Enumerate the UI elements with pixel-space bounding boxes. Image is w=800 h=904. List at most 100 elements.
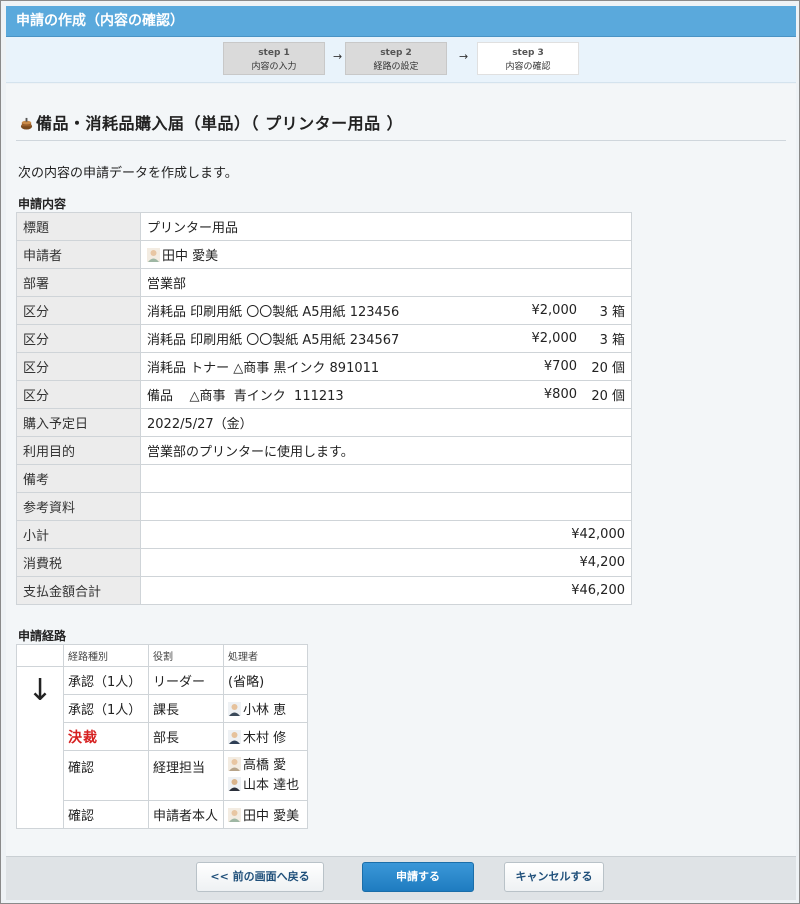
row-label: 区分	[16, 296, 141, 325]
item-quantity: 3 箱	[599, 333, 625, 348]
row-value-tax: ¥4,200	[140, 548, 632, 577]
step-3-label: 内容の確認	[505, 62, 551, 72]
item-description: 消耗品 印刷用紙 〇〇製紙 A5用紙 234567	[147, 333, 400, 348]
route-processor: 田中 愛美	[223, 800, 308, 829]
table-row: 利用目的 営業部のプリンターに使用します。	[16, 436, 632, 465]
row-value-total: ¥46,200	[140, 576, 632, 605]
row-label: 区分	[16, 352, 141, 381]
back-button[interactable]: << 前の画面へ戻る	[196, 862, 324, 892]
item-row: 消耗品 トナー △商事 黒インク 891011 ¥700 20 個	[140, 352, 632, 381]
route-down-arrow-icon: ↓	[16, 666, 64, 829]
user-avatar-icon	[228, 702, 241, 716]
step-2: step 2 経路の設定	[345, 42, 447, 75]
item-price: ¥800	[543, 387, 577, 402]
route-role: リーダー	[148, 666, 224, 695]
row-label: 小計	[16, 520, 141, 549]
route-type: 確認	[63, 750, 149, 801]
table-row: 区分 備品 △商事 青インク 111213 ¥800 20 個	[16, 380, 632, 409]
step-2-number: step 2	[380, 48, 412, 58]
route-role: 経理担当	[148, 750, 224, 801]
row-label: 利用目的	[16, 436, 141, 465]
row-value-purchase-date: 2022/5/27（金）	[140, 408, 632, 437]
processor: 高橋 愛	[228, 756, 303, 776]
table-row: 区分 消耗品 印刷用紙 〇〇製紙 A5用紙 123456 ¥2,000 3 箱	[16, 296, 632, 325]
form-title-text: 備品・消耗品購入届（単品）（ プリンター用品 ）	[36, 114, 404, 133]
table-row: 支払金額合計 ¥46,200	[16, 576, 632, 605]
step-indicator: step 1 内容の入力 → step 2 経路の設定 → step 3 内容の…	[6, 37, 796, 83]
processor-name: 山本 達也	[243, 777, 300, 793]
item-description: 消耗品 トナー △商事 黒インク 891011	[147, 361, 380, 376]
table-row: 申請者 田中 愛美	[16, 240, 632, 269]
item-row: 消耗品 印刷用紙 〇〇製紙 A5用紙 123456 ¥2,000 3 箱	[140, 296, 632, 325]
route-type: 確認	[63, 800, 149, 829]
item-price: ¥2,000	[531, 331, 578, 346]
table-row: 参考資料	[16, 492, 632, 521]
route-role: 部長	[148, 722, 224, 751]
step-3-number: step 3	[512, 48, 544, 58]
processor-name: 高橋 愛	[243, 757, 287, 773]
row-value-reference	[140, 492, 632, 521]
route-processor: 木村 修	[223, 722, 308, 751]
processor-name: 小林 恵	[243, 703, 287, 718]
step-1: step 1 内容の入力	[223, 42, 325, 75]
item-price: ¥2,000	[531, 303, 578, 318]
row-value-applicant: 田中 愛美	[140, 240, 632, 269]
divider	[16, 140, 786, 141]
table-row: 区分 消耗品 トナー △商事 黒インク 891011 ¥700 20 個	[16, 352, 632, 381]
item-price: ¥700	[543, 359, 577, 374]
step-arrow-icon: →	[459, 50, 469, 63]
item-row: 備品 △商事 青インク 111213 ¥800 20 個	[140, 380, 632, 409]
user-avatar-icon	[228, 730, 241, 744]
user-avatar-icon	[228, 756, 241, 771]
form-title: 備品・消耗品購入届（単品）（ プリンター用品 ）	[20, 110, 403, 134]
row-value-dept: 営業部	[140, 268, 632, 297]
row-value-title: プリンター用品	[140, 212, 632, 241]
route-type: 承認（1人）	[63, 666, 149, 695]
table-row: 小計 ¥42,000	[16, 520, 632, 549]
table-row: 備考	[16, 464, 632, 493]
step-2-label: 経路の設定	[373, 62, 419, 72]
row-label: 区分	[16, 380, 141, 409]
processor-name: 木村 修	[243, 731, 287, 746]
route-type-kessai: 決裁	[63, 722, 149, 751]
table-row: 消費税 ¥4,200	[16, 548, 632, 577]
section-heading-content: 申請内容	[18, 197, 67, 211]
item-description: 消耗品 印刷用紙 〇〇製紙 A5用紙 123456	[147, 305, 400, 320]
processor: 山本 達也	[228, 776, 303, 796]
route-role: 課長	[148, 694, 224, 723]
row-label: 支払金額合計	[16, 576, 141, 605]
app-window: 申請の作成（内容の確認） step 1 内容の入力 → step 2 経路の設定…	[0, 0, 800, 904]
item-description: 備品 △商事 青インク 111213	[147, 389, 344, 404]
window-title: 申請の作成（内容の確認）	[6, 6, 796, 37]
step-1-label: 内容の入力	[251, 62, 297, 72]
item-quantity: 20 個	[591, 389, 625, 404]
route-row: ↓ 承認（1人） リーダー (省略)	[16, 666, 308, 829]
route-type: 承認（1人）	[63, 694, 149, 723]
row-label: 標題	[16, 212, 141, 241]
row-value-remarks	[140, 464, 632, 493]
row-label: 参考資料	[16, 492, 141, 521]
route-processor: (省略)	[223, 666, 308, 695]
route-header-type: 経路種別	[63, 644, 149, 667]
applicant-name: 田中 愛美	[162, 249, 219, 264]
cancel-button[interactable]: キャンセルする	[504, 862, 604, 892]
main-content: 備品・消耗品購入届（単品）（ プリンター用品 ） 次の内容の申請データを作成しま…	[6, 84, 796, 856]
route-header-row: 経路種別 役割 処理者	[16, 644, 308, 667]
table-row: 購入予定日 2022/5/27（金）	[16, 408, 632, 437]
user-avatar-icon	[228, 776, 241, 791]
route-header-processor: 処理者	[223, 644, 308, 667]
row-label: 申請者	[16, 240, 141, 269]
action-bar: << 前の画面へ戻る 申請する キャンセルする	[6, 856, 796, 900]
table-row: 標題 プリンター用品	[16, 212, 632, 241]
route-processor: 小林 恵	[223, 694, 308, 723]
step-3-current: step 3 内容の確認	[477, 42, 579, 75]
approval-route-table: 経路種別 役割 処理者 ↓ 承認（1人） リーダー (省略) 承認（1人） 課長…	[16, 644, 308, 829]
row-label: 部署	[16, 268, 141, 297]
submit-button[interactable]: 申請する	[362, 862, 474, 892]
row-label: 備考	[16, 464, 141, 493]
step-1-number: step 1	[258, 48, 290, 58]
route-processor-list: 高橋 愛 山本 達也	[223, 750, 308, 801]
row-label: 購入予定日	[16, 408, 141, 437]
route-role: 申請者本人	[148, 800, 224, 829]
row-value-subtotal: ¥42,000	[140, 520, 632, 549]
